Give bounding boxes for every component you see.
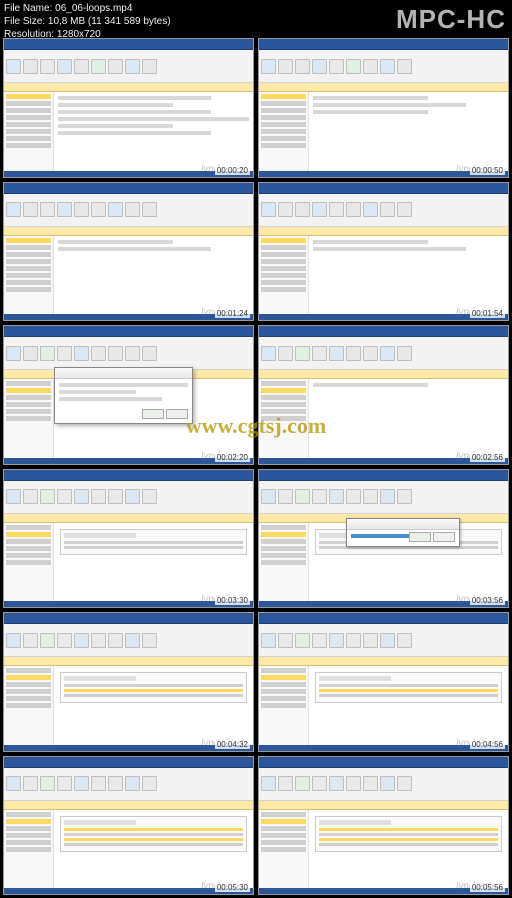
ribbon-icon <box>40 59 55 74</box>
ribbon-icon <box>125 59 140 74</box>
thumbnail[interactable]: lynda 00:04:32 <box>3 612 254 752</box>
timestamp: 00:04:56 <box>470 740 505 749</box>
timestamp: 00:04:32 <box>215 740 250 749</box>
timestamp: 00:00:20 <box>215 166 250 175</box>
ribbon-icon <box>91 59 106 74</box>
cancel-button[interactable] <box>433 532 455 542</box>
site-watermark: www.cgtsj.com <box>186 413 327 439</box>
thumbnail[interactable]: lynda 00:02:20 <box>3 325 254 465</box>
thumbnail[interactable]: lynda 00:05:30 <box>3 756 254 896</box>
timestamp: 00:01:24 <box>215 309 250 318</box>
cancel-button[interactable] <box>166 409 188 419</box>
player-logo: MPC-HC <box>396 4 506 35</box>
titlebar <box>4 39 253 50</box>
thumbnail[interactable]: lynda 00:01:54 <box>258 182 509 322</box>
ribbon-icon <box>57 59 72 74</box>
timestamp: 00:03:30 <box>215 596 250 605</box>
ribbon-icon <box>142 59 157 74</box>
ok-button[interactable] <box>142 409 164 419</box>
ribbon <box>4 50 253 83</box>
timestamp: 00:02:20 <box>215 453 250 462</box>
ribbon-icon <box>23 59 38 74</box>
timestamp: 00:01:54 <box>470 309 505 318</box>
thumbnail[interactable]: lynda 00:05:56 <box>258 756 509 896</box>
timestamp: 00:05:30 <box>215 883 250 892</box>
small-dialog[interactable] <box>346 518 460 548</box>
filesize-value: 10,8 MB (11 341 589 bytes) <box>48 16 171 27</box>
thumbnail[interactable]: lynda 00:03:56 <box>258 469 509 609</box>
dialog-box[interactable] <box>54 367 193 424</box>
thumbnail[interactable]: lynda 00:00:50 <box>258 38 509 178</box>
sidebar <box>4 92 54 174</box>
thumbnail[interactable]: lynda 00:04:56 <box>258 612 509 752</box>
content-pane <box>54 92 253 174</box>
thumbnail[interactable]: lynda 00:01:24 <box>3 182 254 322</box>
timestamp: 00:02:56 <box>470 453 505 462</box>
workflow-stage <box>60 529 247 555</box>
ribbon-icon <box>6 59 21 74</box>
timestamp: 00:00:50 <box>470 166 505 175</box>
thumbnail-grid: lynda 00:00:20 lynda 00:00:50 lynda 00:0… <box>3 38 509 895</box>
breadcrumb-bar <box>4 83 253 92</box>
ok-button[interactable] <box>409 532 431 542</box>
ribbon-icon <box>108 59 123 74</box>
thumbnail[interactable]: lynda 00:00:20 <box>3 38 254 178</box>
dialog-titlebar <box>55 368 192 379</box>
thumbnail[interactable]: lynda 00:03:30 <box>3 469 254 609</box>
timestamp: 00:03:56 <box>470 596 505 605</box>
ribbon-icon <box>74 59 89 74</box>
timestamp: 00:05:56 <box>470 883 505 892</box>
thumbnail[interactable]: lynda 00:02:56 <box>258 325 509 465</box>
filename-value: 06_06-loops.mp4 <box>55 3 132 14</box>
